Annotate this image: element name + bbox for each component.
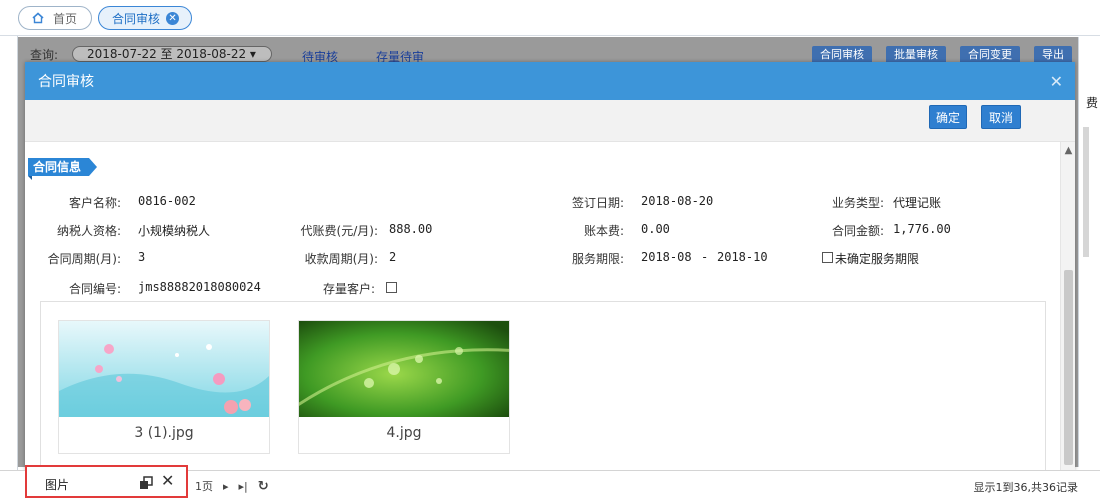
image-thumbnail-2[interactable] (299, 321, 509, 417)
tab-home[interactable]: 首页 (18, 6, 92, 30)
bg-date-range-select[interactable]: 2018-07-22 至 2018-08-22 ▾ (72, 46, 272, 62)
scroll-up-icon[interactable]: ▲ (1061, 145, 1076, 156)
minimized-image-window[interactable]: 图片 ✕ (25, 465, 188, 498)
contract-review-dialog: 合同审核 ✕ 确定 取消 合同信息 客户名称: 0816-002 签订日期: 2… (25, 62, 1075, 470)
bg-query-label: 查询: (30, 48, 59, 62)
image-caption-2: 4.jpg (386, 425, 422, 441)
business-type-value: 代理记账 (893, 196, 942, 210)
contract-amount-value: 1,776.00 (893, 222, 951, 236)
contract-period-value: 3 (138, 250, 146, 264)
page-scrollbar[interactable] (1083, 127, 1089, 257)
minimized-window-title: 图片 (45, 478, 70, 492)
undetermined-term-label: 未确定服务期限 (835, 252, 920, 266)
contract-period-label: 合同周期(月): (47, 252, 121, 266)
dialog-scrollbar[interactable]: ▲ (1060, 142, 1075, 470)
confirm-button[interactable]: 确定 (929, 105, 967, 129)
payment-period-value: 2 (389, 250, 397, 264)
taxpayer-value: 小规模纳税人 (138, 224, 211, 238)
taxpayer-label: 纳税人资格: (56, 224, 121, 238)
sign-date-value: 2018-08-20 (641, 194, 714, 208)
undetermined-term-checkbox[interactable] (822, 252, 833, 263)
payment-period-label: 收款周期(月): (304, 252, 378, 266)
restore-window-icon[interactable] (139, 476, 153, 490)
dialog-close-icon[interactable]: ✕ (1050, 72, 1063, 91)
dialog-title: 合同审核 (38, 74, 94, 90)
page-number: 1页 (195, 480, 213, 493)
contract-no-label: 合同编号: (68, 282, 121, 296)
image-thumbnail-1[interactable] (59, 321, 269, 417)
dialog-content: 合同信息 客户名称: 0816-002 签订日期: 2018-08-20 业务类… (25, 142, 1060, 470)
close-window-icon[interactable]: ✕ (161, 471, 174, 490)
tab-bar: 首页 合同审核 ✕ (0, 0, 1100, 36)
dialog-toolbar: 确定 取消 (25, 100, 1075, 142)
agency-fee-value: 888.00 (389, 222, 433, 236)
customer-name-value: 0816-002 (138, 194, 196, 208)
image-card[interactable]: 4.jpg (298, 320, 510, 454)
left-edge (0, 36, 18, 500)
customer-name-label: 客户名称: (68, 196, 121, 210)
stock-customer-checkbox[interactable] (386, 282, 397, 293)
attachment-gallery: 3 (1).jpg 4.jpg (40, 301, 1046, 470)
image-card[interactable]: 3 (1).jpg (58, 320, 270, 454)
service-term-separator: - (701, 250, 709, 264)
image-caption-1: 3 (1).jpg (134, 425, 194, 441)
tab-home-label: 首页 (53, 11, 78, 26)
tab-contract-review[interactable]: 合同审核 ✕ (98, 6, 192, 30)
book-fee-value: 0.00 (641, 222, 670, 236)
bg-edge-text: 费 (1085, 96, 1098, 110)
stock-customer-label: 存量客户: (322, 282, 375, 296)
service-term-start: 2018-08 (641, 250, 692, 264)
contract-amount-label: 合同金额: (831, 224, 884, 238)
refresh-icon[interactable]: ↻ (258, 479, 269, 494)
scroll-thumb[interactable] (1064, 270, 1073, 465)
service-term-label: 服务期限: (571, 252, 624, 266)
agency-fee-label: 代账费(元/月): (300, 224, 378, 238)
service-term-end: 2018-10 (717, 250, 768, 264)
cancel-button[interactable]: 取消 (981, 105, 1021, 129)
tab-contract-review-label: 合同审核 (112, 11, 161, 26)
dialog-header: 合同审核 ✕ (25, 62, 1075, 100)
tab-close-icon[interactable]: ✕ (166, 11, 180, 25)
business-type-label: 业务类型: (831, 196, 884, 210)
sign-date-label: 签订日期: (571, 196, 624, 210)
contract-no-value: jms88882018080024 (138, 280, 261, 294)
record-count: 显示1到36,共36记录 (973, 481, 1079, 494)
last-page-icon[interactable]: ▸| (239, 480, 248, 493)
home-icon (32, 12, 44, 24)
book-fee-label: 账本费: (583, 224, 624, 238)
section-title-contract-info: 合同信息 (28, 158, 98, 180)
next-page-icon[interactable]: ▸ (223, 480, 229, 493)
